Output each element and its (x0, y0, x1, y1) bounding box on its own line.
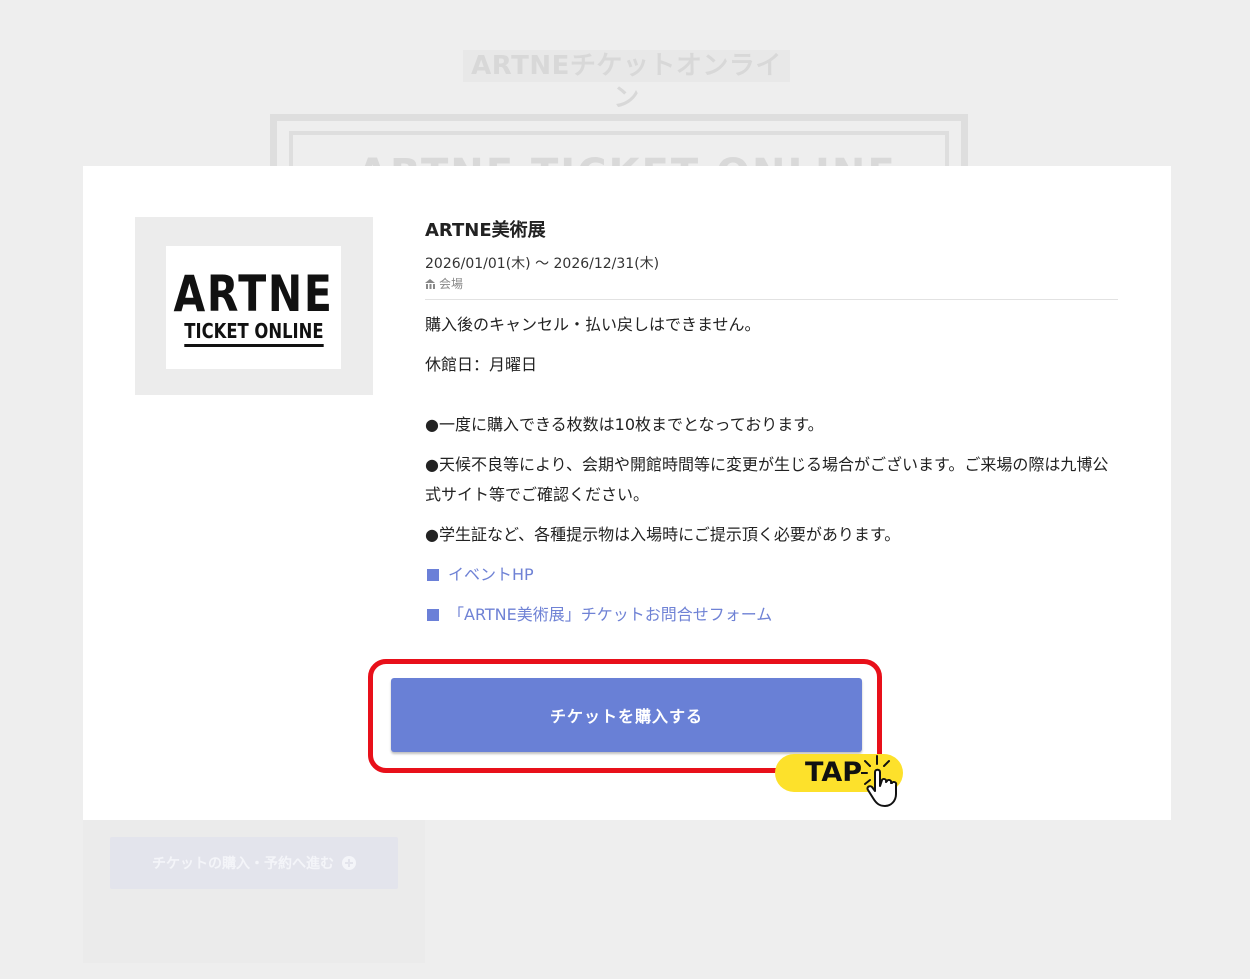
pointing-hand-icon (861, 755, 898, 807)
event-hp-link[interactable]: イベントHP (425, 560, 1118, 590)
inquiry-form-link-label: 「ARTNE美術展」チケットお問合せフォーム (448, 605, 773, 624)
notice-cancel: 購入後のキャンセル・払い戻しはできません。 (425, 315, 761, 334)
square-bullet-icon (427, 569, 439, 581)
square-bullet-icon (427, 609, 439, 621)
artne-logo: ARTNE TICKET ONLINE (166, 246, 341, 369)
buy-ticket-button[interactable]: チケットを購入する (391, 678, 862, 752)
plus-circle-icon (342, 856, 356, 870)
event-thumbnail: ARTNE TICKET ONLINE (135, 217, 373, 395)
museum-icon (425, 279, 436, 289)
event-venue-label: 会場 (439, 277, 464, 291)
notice-weather: ●天候不良等により、会期や開館時間等に変更が生じる場合がございます。ご来場の際は… (425, 455, 1109, 504)
background-page-title: ARTNEチケットオンライン (463, 50, 790, 113)
tap-badge-label: TAP (805, 757, 863, 788)
info-divider (425, 299, 1118, 300)
notice-ticket-limit: ●一度に購入できる枚数は10枚までとなっております。 (425, 415, 824, 434)
logo-sub-text: TICKET ONLINE (183, 319, 324, 347)
event-hp-link-label: イベントHP (448, 565, 534, 584)
notice-closed-day: 休館日：月曜日 (425, 355, 538, 374)
inquiry-form-link[interactable]: 「ARTNE美術展」チケットお問合せフォーム (425, 600, 1118, 630)
background-buy-button-label: チケットの購入・予約へ進む (152, 856, 334, 872)
event-dates: 2026/01/01(木) ～ 2026/12/31(木) (425, 256, 660, 272)
event-venue: 会場 (425, 276, 1118, 292)
background-buy-button: チケットの購入・予約へ進む (110, 837, 398, 889)
notice-student-id: ●学生証など、各種提示物は入場時にご提示頂く必要があります。 (425, 525, 901, 544)
logo-main-text: ARTNE (173, 264, 334, 323)
event-title: ARTNE美術展 (425, 220, 546, 241)
event-detail-modal: ARTNE TICKET ONLINE ARTNE美術展 2026/01/01(… (83, 166, 1171, 820)
event-info: ARTNE美術展 2026/01/01(木) ～ 2026/12/31(木) 会… (425, 216, 1118, 630)
